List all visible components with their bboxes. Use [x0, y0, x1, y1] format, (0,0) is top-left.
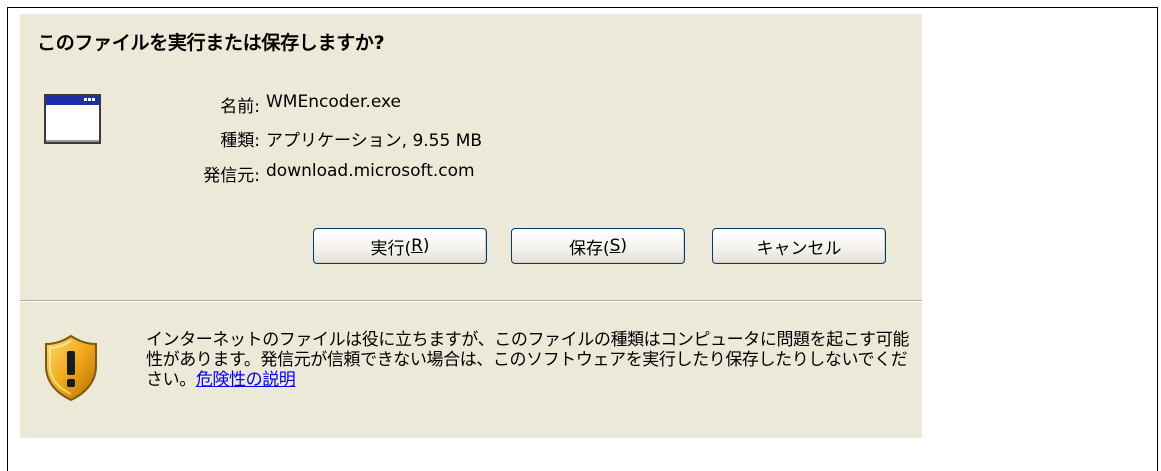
run-button-label: 実行(: [370, 238, 412, 259]
cancel-button-label: キャンセル: [756, 238, 842, 259]
run-button-accesskey: R: [411, 236, 423, 256]
save-button[interactable]: 保存(S): [511, 228, 685, 264]
save-button-suffix: ): [620, 236, 628, 256]
security-shield-warning-icon: [42, 333, 100, 403]
dialog-question: このファイルを実行または保存しますか?: [37, 32, 385, 54]
run-button-suffix: ): [422, 236, 430, 256]
section-divider-highlight: [20, 301, 922, 302]
security-warning-text: インターネットのファイルは役に立ちますが、このファイルの種類はコンピュータに問題…: [146, 330, 916, 390]
run-button[interactable]: 実行(R): [313, 228, 487, 264]
file-download-dialog: このファイルを実行または保存しますか? 名前: WMEncoder.exe 種類…: [20, 14, 922, 438]
publisher-label: 発信元:: [203, 166, 260, 186]
type-label: 種類:: [220, 131, 260, 151]
risk-explanation-link[interactable]: 危険性の説明: [196, 370, 296, 390]
save-button-label: 保存(: [568, 238, 610, 259]
file-name-value: WMEncoder.exe: [266, 92, 401, 112]
cancel-button[interactable]: キャンセル: [712, 228, 886, 264]
file-type-value: アプリケーション, 9.55 MB: [266, 131, 483, 151]
publisher-value: download.microsoft.com: [266, 161, 475, 181]
save-button-accesskey: S: [609, 236, 621, 256]
name-label: 名前:: [220, 97, 260, 117]
